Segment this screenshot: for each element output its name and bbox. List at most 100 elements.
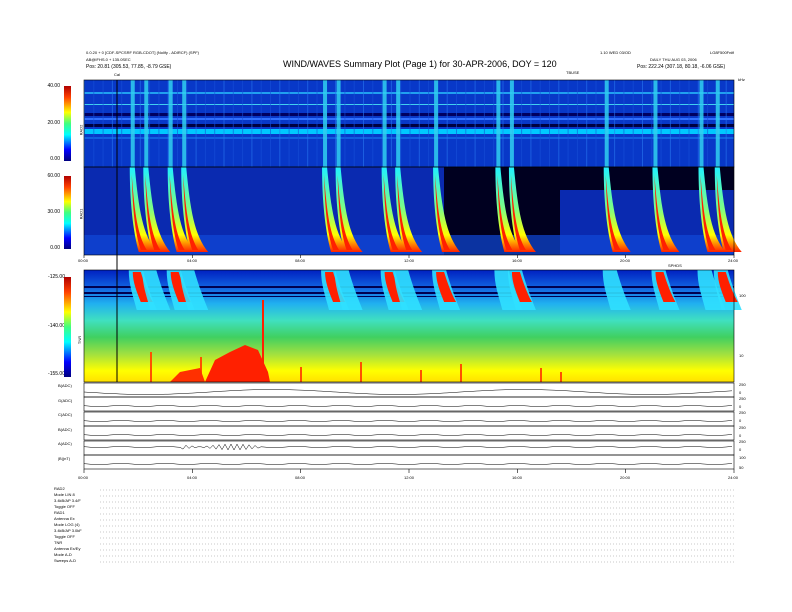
rad2-burst [699,80,704,167]
rad2-streak [465,80,467,167]
rad2-streak [688,80,690,167]
rad2-burst [382,80,387,167]
rad2-burst [168,80,173,167]
tnr-activity [360,362,362,382]
line-series [83,389,733,395]
rad2-burst [653,80,658,167]
rad1-colorbar [64,176,71,249]
rad2-streak [372,80,374,167]
rad2-burst [396,80,401,167]
tnr-spike [262,300,264,382]
rad2-streak [251,80,253,167]
rad2-streak [204,80,206,167]
line-panel-frame [83,425,735,441]
rad2-streak [279,80,281,167]
rad2-streak [270,80,271,167]
rad2-streak [502,80,504,167]
rad2-streak [725,80,727,167]
rad2-streak [93,80,95,167]
tnr-activity [300,367,302,382]
rad2-streak [167,80,169,167]
rad2-band [84,137,734,139]
rad2-burst [715,80,720,167]
rad2-streak [111,80,113,167]
rad2-streak [177,80,178,167]
rad2-streak [586,80,588,167]
line-panel-frame [83,411,735,427]
rad2-streak [567,80,569,167]
rad2-streak [232,80,234,167]
rad2-streak [363,80,364,167]
rad2-streak [428,80,430,167]
rad2-burst [323,80,328,167]
rad2-streak [669,80,671,167]
line-series [83,434,733,436]
rad2-streak [353,80,355,167]
rad2-streak [539,80,541,167]
rad2-streak [623,80,625,167]
rad2-streak [679,80,681,167]
rad2-colorbar [64,86,71,161]
rad2-band [84,113,734,116]
rad2-streak [400,80,402,167]
rad2-streak [139,80,141,167]
line-panel-frame [83,396,735,412]
rad2-burst [130,80,135,167]
rad2-streak [316,80,318,167]
rad2-streak [446,80,448,167]
rad2-streak [335,80,337,167]
rad2-streak [102,80,104,167]
line-panel-frame [83,454,735,470]
line-series [83,420,733,422]
rad2-streak [660,80,662,167]
rad2-streak [288,80,290,167]
tnr-colorbar [64,277,71,377]
line-series [83,443,733,451]
rad2-burst [509,80,514,167]
rad2-burst [336,80,341,167]
line-series [83,405,733,407]
rad2-streak [297,80,299,167]
rad2-streak [707,80,709,167]
rad2-streak [456,80,457,167]
tnr-activity [420,370,422,382]
rad2-streak [651,80,653,167]
rad2-streak [158,80,160,167]
rad2-streak [493,80,495,167]
rad2-burst [434,80,439,167]
rad2-streak [381,80,383,167]
rad2-streak [595,80,597,167]
rad2-streak [632,80,634,167]
rad2-band [84,124,734,127]
rad2-streak [530,80,532,167]
tnr-activity [560,372,562,382]
line-panel-frame [83,382,735,398]
rad2-streak [558,80,560,167]
rad2-burst [496,80,501,167]
rad2-streak [576,80,578,167]
rad2-streak [223,80,225,167]
spectrogram-plot [64,79,742,563]
rad2-streak [483,80,485,167]
rad2-streak [642,80,643,167]
rad2-streak [549,80,550,167]
tnr-activity [150,352,152,382]
rad2-streak [409,80,411,167]
rad2-streak [149,80,151,167]
rad2-streak [390,80,392,167]
rad2-streak [614,80,616,167]
rad2-streak [697,80,699,167]
rad2-streak [307,80,309,167]
rad2-streak [521,80,523,167]
rad2-burst [604,80,609,167]
rad2-streak [214,80,216,167]
rad2-burst [144,80,149,167]
rad2-streak [121,80,123,167]
rad2-streak [186,80,188,167]
line-series [83,463,733,465]
rad2-streak [260,80,262,167]
rad2-band [84,118,734,120]
rad2-streak [474,80,476,167]
rad2-burst [182,80,187,167]
rad2-band [84,104,734,105]
